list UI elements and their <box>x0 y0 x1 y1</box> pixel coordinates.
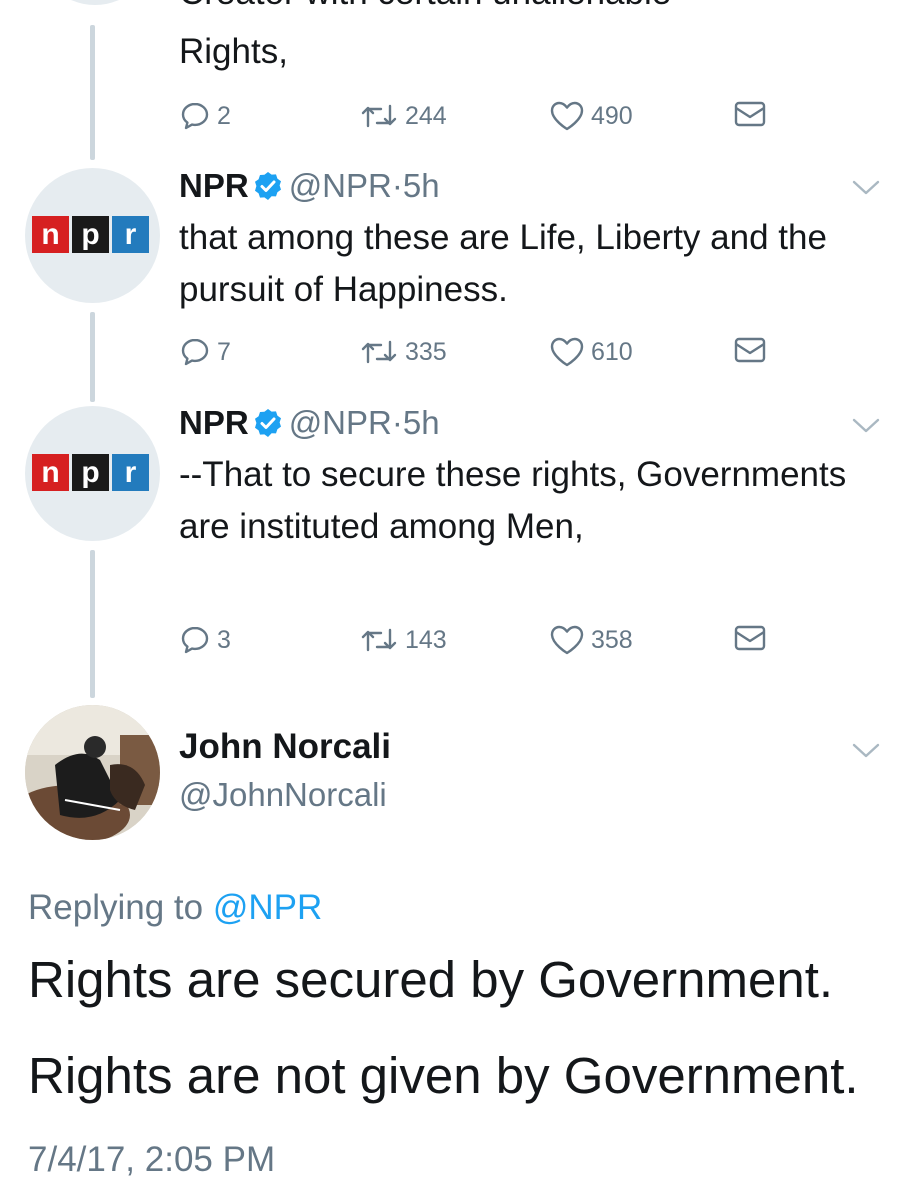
npr-logo: n p r <box>32 454 149 491</box>
chevron-down-icon[interactable] <box>851 177 881 197</box>
like-button[interactable]: 490 <box>549 100 633 132</box>
retweet-icon <box>361 628 397 652</box>
retweet-button[interactable]: 335 <box>359 336 447 368</box>
tweet-2-actions: 7 335 610 <box>179 336 799 376</box>
npr-avatar[interactable]: n p r <box>25 406 160 541</box>
direct-message-icon <box>734 625 766 651</box>
like-button[interactable]: 358 <box>549 624 633 656</box>
direct-message-icon <box>734 101 766 127</box>
tweet-1-text: Rights, <box>179 32 288 71</box>
tweet-3-text: --That to secure these rights, Governmen… <box>179 455 847 546</box>
reply-button[interactable]: 7 <box>179 336 231 368</box>
like-icon <box>550 337 584 367</box>
tweet-paragraph: Rights are secured by Government. <box>28 951 834 1008</box>
thread-connector-line <box>90 312 95 402</box>
verified-badge-icon <box>254 409 281 437</box>
direct-message-button[interactable] <box>734 624 766 652</box>
retweet-count: 335 <box>405 337 447 366</box>
direct-message-button[interactable] <box>734 100 766 128</box>
thread-connector-line <box>90 550 95 698</box>
chevron-down-icon[interactable] <box>851 740 881 760</box>
reply-icon <box>181 102 209 130</box>
author-handle[interactable]: @NPR <box>289 167 392 204</box>
avatar-photo <box>25 705 160 840</box>
tweet-time[interactable]: 5h <box>403 404 440 441</box>
replying-label: Replying to <box>28 888 204 927</box>
retweet-count: 244 <box>405 101 447 130</box>
npr-logo: n p r <box>32 216 149 253</box>
like-button[interactable]: 610 <box>549 336 633 368</box>
like-icon <box>550 625 584 655</box>
tweet-paragraph: Rights are not given by Government. <box>28 1047 859 1104</box>
direct-message-button[interactable] <box>734 336 766 364</box>
author-handle[interactable]: @NPR <box>289 404 392 441</box>
tweet-3-actions: 3 143 358 <box>179 624 799 664</box>
retweet-button[interactable]: 244 <box>359 100 447 132</box>
author-name[interactable]: NPR <box>179 167 249 204</box>
user-avatar[interactable] <box>25 705 160 840</box>
reply-button[interactable]: 3 <box>179 624 231 656</box>
like-count: 490 <box>591 101 633 130</box>
retweet-icon <box>361 340 397 364</box>
npr-avatar-partial[interactable] <box>35 0 155 5</box>
reply-button[interactable]: 2 <box>179 100 231 132</box>
verified-badge-icon <box>254 172 281 200</box>
tweet-time[interactable]: 5h <box>403 167 440 204</box>
replying-to: Replying to @NPR <box>28 888 322 928</box>
retweet-count: 143 <box>405 625 447 654</box>
author-name[interactable]: John Norcali <box>179 727 391 767</box>
retweet-button[interactable]: 143 <box>359 624 447 656</box>
author-handle[interactable]: @JohnNorcali <box>179 776 387 814</box>
like-icon <box>550 101 584 131</box>
reply-icon <box>181 338 209 366</box>
reply-count: 3 <box>217 625 231 654</box>
tweet-2-text: that among these are Life, Liberty and t… <box>179 218 827 309</box>
chevron-down-icon[interactable] <box>851 415 881 435</box>
replying-mention-link[interactable]: @NPR <box>213 888 322 927</box>
thread-connector-line <box>90 25 95 160</box>
tweet-timestamp: 7/4/17, 2:05 PM <box>28 1140 276 1179</box>
like-count: 610 <box>591 337 633 366</box>
npr-avatar[interactable]: n p r <box>25 168 160 303</box>
like-count: 358 <box>591 625 633 654</box>
retweet-icon <box>361 104 397 128</box>
author-name[interactable]: NPR <box>179 404 249 441</box>
tweet-3-header: NPR @NPR·5h <box>179 404 440 441</box>
reply-count: 7 <box>217 337 231 366</box>
tweet-1-text-cut: Creator with certain unalienable <box>179 0 869 19</box>
reply-icon <box>181 626 209 654</box>
tweet-2-header: NPR @NPR·5h <box>179 167 440 204</box>
tweet-1-actions: 2 244 490 <box>179 100 799 140</box>
direct-message-icon <box>734 337 766 363</box>
reply-count: 2 <box>217 101 231 130</box>
